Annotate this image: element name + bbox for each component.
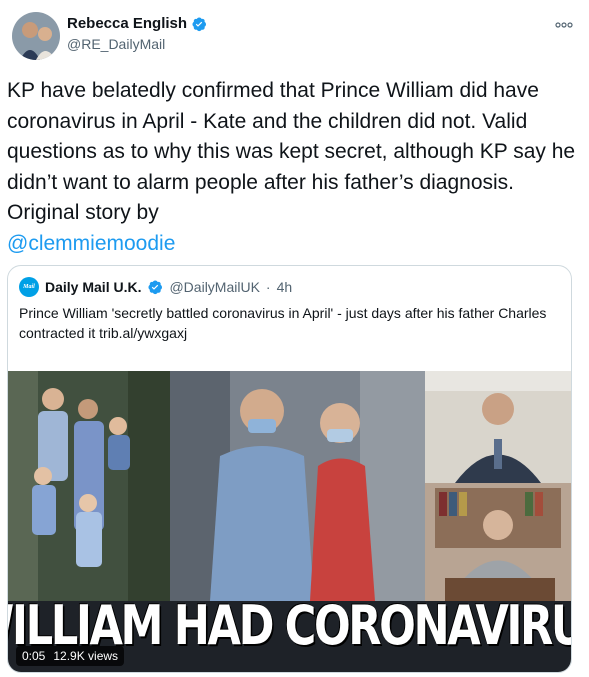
video-stats: 0:05 12.9K views [16,646,125,666]
tweet-text: KP have belatedly confirmed that Prince … [7,79,576,224]
video-call-charles [425,483,571,601]
tweet-body: KP have belatedly confirmed that Prince … [7,76,577,259]
video-player[interactable]: WILLIAM HAD CORONAVIRUS 0:05 12.9K views [8,371,571,672]
quoted-tweet-card[interactable]: Mail Daily Mail U.K. @DailyMailUK · 4h P… [7,265,572,673]
more-options-button[interactable] [553,14,575,36]
main-photo [170,371,425,601]
more-options-icon [555,22,573,28]
author-handle[interactable]: @RE_DailyMail [67,36,165,53]
video-views: 12.9K views [53,649,119,663]
quoted-author-avatar[interactable]: Mail [19,277,39,297]
quoted-tweet-time[interactable]: 4h [277,279,293,295]
author-name-row[interactable]: Rebecca English [67,15,207,33]
verified-badge-icon [191,16,207,32]
quoted-tweet-text: Prince William 'secretly battled coronav… [19,305,547,341]
separator-dot: · [265,279,271,295]
mention-link[interactable]: @clemmiemoodie [7,229,577,260]
video-call-william [425,371,571,483]
author-name[interactable]: Rebecca English [67,15,187,33]
quoted-author-handle[interactable]: @DailyMailUK [169,279,259,295]
video-time: 0:05 [22,649,46,663]
verified-badge-icon [147,279,163,295]
quoted-tweet-header: Mail Daily Mail U.K. @DailyMailUK · 4h [19,277,292,297]
author-avatar[interactable] [12,12,60,60]
video-headline: WILLIAM HAD CORONAVIRUS [8,593,571,657]
quoted-author-name[interactable]: Daily Mail U.K. [45,279,141,295]
family-photo [8,371,170,601]
